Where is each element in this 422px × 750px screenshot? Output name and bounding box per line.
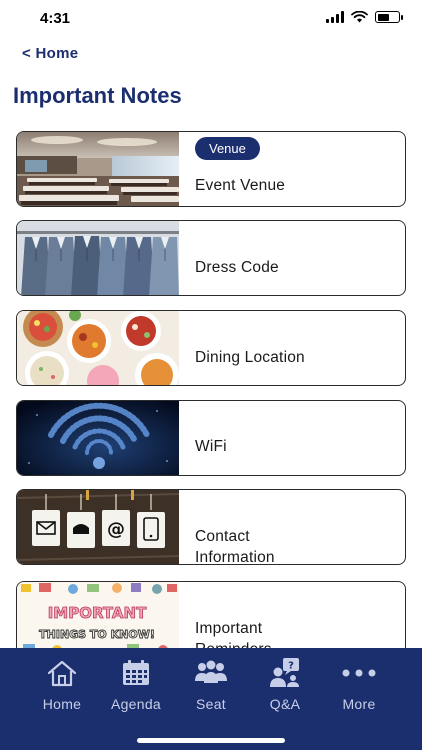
card-event-venue[interactable]: Venue Event Venue: [16, 131, 406, 207]
suits-rack-image: [17, 221, 179, 295]
card-label-line2: Reminders: [195, 639, 272, 648]
wifi-icon: [351, 11, 368, 23]
people-icon: [195, 660, 227, 683]
svg-text:@: @: [107, 519, 125, 540]
bottom-tab-bar: Home Agenda Seat ? Q&A More: [0, 648, 422, 750]
home-icon: [47, 660, 77, 687]
food-bowls-image: [17, 311, 179, 385]
card-dining-location[interactable]: Dining Location: [16, 310, 406, 386]
venue-badge: Venue: [195, 137, 260, 160]
card-dress-code[interactable]: Dress Code: [16, 220, 406, 296]
cellular-signal-icon: [326, 11, 344, 23]
wifi-glow-image: [17, 401, 179, 475]
status-icons: [326, 11, 403, 23]
back-home-link[interactable]: < Home: [22, 45, 78, 62]
tab-more[interactable]: More: [324, 658, 394, 712]
contact-tags-image: @: [17, 490, 179, 564]
svg-text:THINGS TO KNOW!: THINGS TO KNOW!: [39, 628, 155, 641]
card-wifi[interactable]: WiFi: [16, 400, 406, 476]
card-label-line1: Important: [195, 620, 263, 637]
card-label-line2: Information: [195, 549, 275, 565]
card-label: WiFi: [195, 438, 227, 455]
things-to-know-image: IMPORTANT THINGS TO KNOW!: [17, 582, 179, 648]
card-label: Dress Code: [195, 259, 279, 276]
card-contact-information[interactable]: @ Contact Information: [16, 489, 406, 565]
card-label-line1: Contact: [195, 528, 250, 545]
card-important-reminders[interactable]: IMPORTANT THINGS TO KNOW! Important Remi…: [16, 581, 406, 648]
status-bar: 4:31: [0, 0, 422, 40]
svg-text:?: ?: [288, 661, 294, 672]
tab-label: More: [342, 696, 376, 712]
page-title: Important Notes: [13, 83, 182, 108]
tab-label: Seat: [196, 696, 226, 712]
tab-agenda[interactable]: Agenda: [101, 658, 171, 712]
tab-home[interactable]: Home: [27, 658, 97, 712]
card-label: Event Venue: [195, 177, 286, 194]
more-dots-icon: [342, 669, 376, 677]
tab-label: Agenda: [110, 696, 162, 712]
tab-label: Q&A: [269, 696, 301, 712]
status-time: 4:31: [40, 10, 71, 27]
battery-icon: [375, 11, 403, 23]
svg-text:IMPORTANT: IMPORTANT: [48, 604, 147, 622]
home-indicator: [137, 738, 285, 743]
tab-label: Home: [42, 696, 82, 712]
tab-seat[interactable]: Seat: [176, 658, 246, 712]
conference-hall-image: [17, 132, 179, 206]
tab-qa[interactable]: ? Q&A: [250, 658, 320, 712]
calendar-icon: [123, 660, 149, 685]
question-person-icon: ?: [270, 658, 299, 687]
card-label: Dining Location: [195, 349, 305, 366]
notes-list[interactable]: Venue Event Venue Dress Code Dining Loca…: [16, 131, 406, 648]
